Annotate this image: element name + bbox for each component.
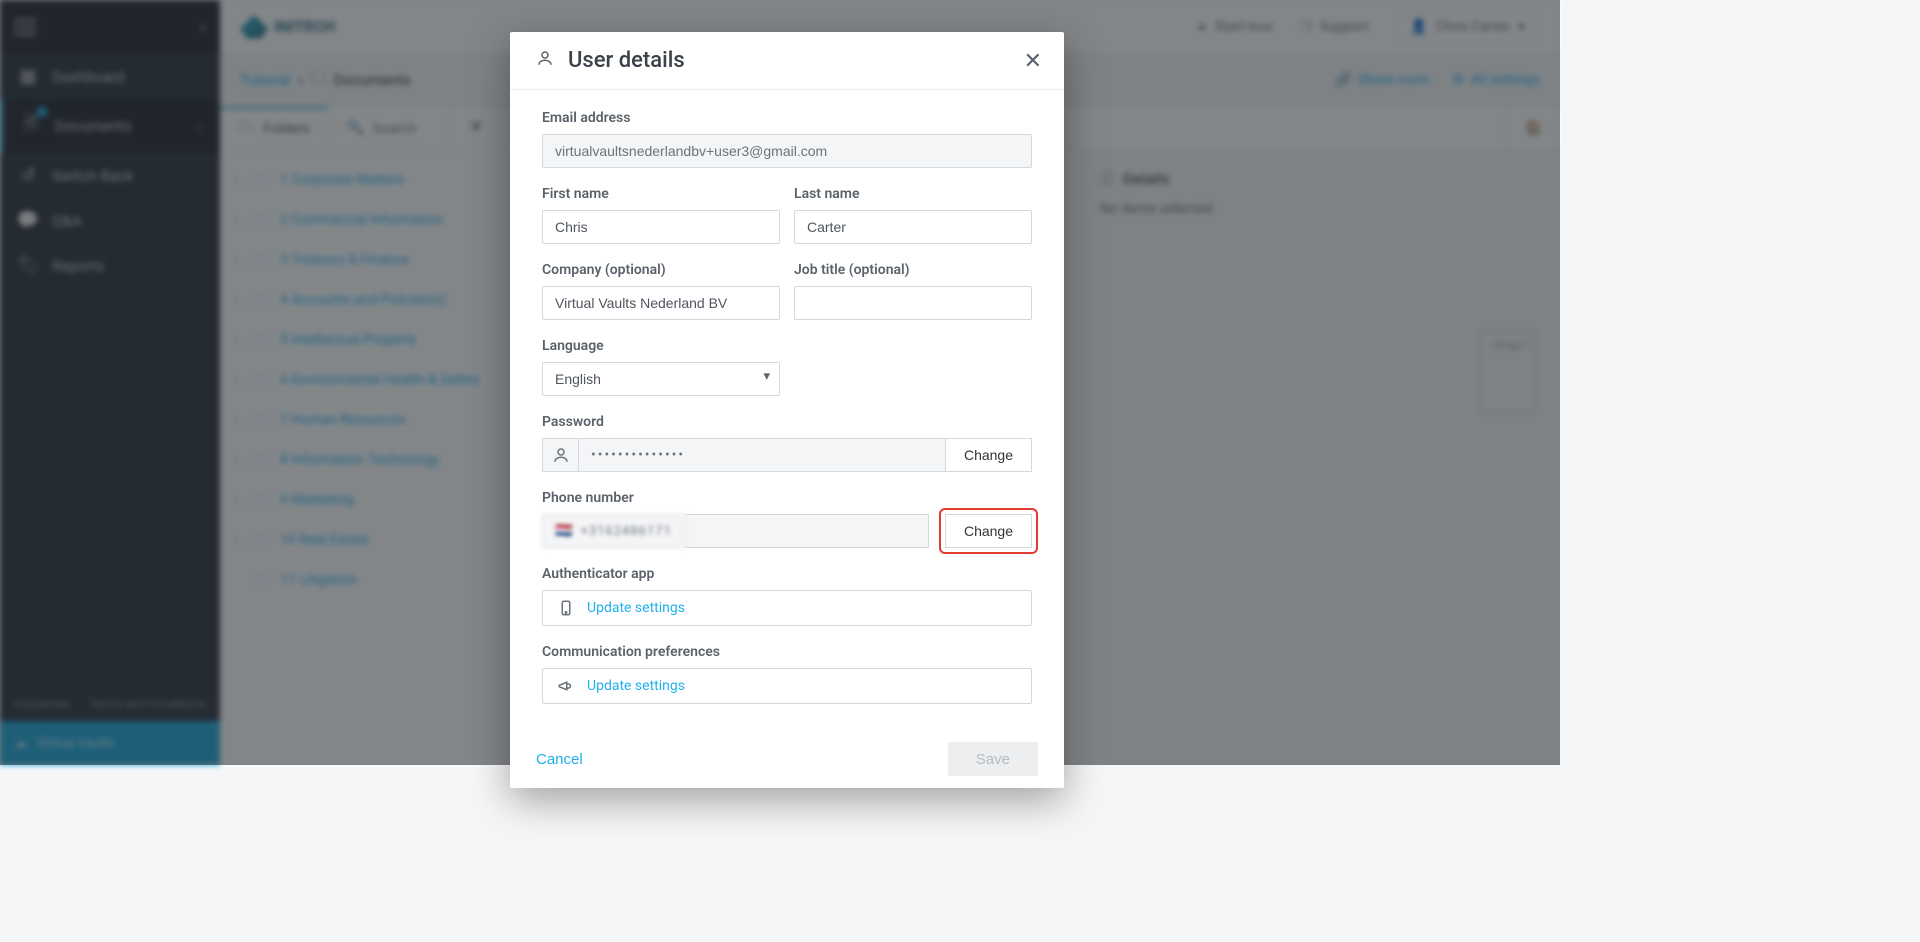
cancel-button[interactable]: Cancel <box>536 751 583 768</box>
phone-masked: +3162486171 <box>580 524 671 539</box>
first-name-input[interactable] <box>542 210 780 244</box>
user-icon <box>536 48 554 73</box>
modal-body: Email address First name Last name Compa… <box>510 90 1064 730</box>
communication-row: Update settings <box>542 668 1032 704</box>
modal-title-text: User details <box>568 48 685 73</box>
save-button[interactable]: Save <box>948 742 1038 776</box>
authenticator-label: Authenticator app <box>542 566 1032 582</box>
first-name-label: First name <box>542 186 780 202</box>
authenticator-row: Update settings <box>542 590 1032 626</box>
communication-label: Communication preferences <box>542 644 1032 660</box>
communication-group: Communication preferences Update setting… <box>542 644 1032 704</box>
company-label: Company (optional) <box>542 262 780 278</box>
phone-label: Phone number <box>542 490 1032 506</box>
password-masked: •••••••••••••• <box>578 438 946 472</box>
email-input <box>542 134 1032 168</box>
modal-close-button[interactable]: ✕ <box>1024 48 1042 74</box>
authenticator-group: Authenticator app Update settings <box>542 566 1032 626</box>
password-label: Password <box>542 414 1032 430</box>
highlight-phone-change: Change <box>939 508 1038 554</box>
name-row: First name Last name <box>542 186 1032 244</box>
password-group: Password •••••••••••••• Change <box>542 414 1032 472</box>
language-label: Language <box>542 338 1032 354</box>
company-row: Company (optional) Job title (optional) <box>542 262 1032 320</box>
password-change-button[interactable]: Change <box>946 438 1032 472</box>
authenticator-link[interactable]: Update settings <box>587 600 685 616</box>
email-label: Email address <box>542 110 1032 126</box>
user-details-modal: User details ✕ Email address First name … <box>510 32 1064 788</box>
email-group: Email address <box>542 110 1032 168</box>
modal-header: User details ✕ <box>510 32 1064 90</box>
modal-footer: Cancel Save <box>510 730 1064 788</box>
phone-icon <box>557 599 575 617</box>
communication-link[interactable]: Update settings <box>587 678 685 694</box>
close-icon: ✕ <box>1024 48 1042 73</box>
language-group: Language English <box>542 338 1032 396</box>
language-select[interactable]: English <box>542 362 780 396</box>
last-name-input[interactable] <box>794 210 1032 244</box>
phone-group: Phone number 🇳🇱 +3162486171 Change <box>542 490 1032 548</box>
job-title-input[interactable] <box>794 286 1032 320</box>
flag-icon: 🇳🇱 <box>555 523 572 539</box>
phone-display <box>685 514 929 548</box>
phone-change-button[interactable]: Change <box>945 514 1032 548</box>
job-title-label: Job title (optional) <box>794 262 1032 278</box>
megaphone-icon <box>557 677 575 695</box>
user-icon <box>542 438 578 472</box>
phone-flag-prefix: 🇳🇱 +3162486171 <box>542 514 685 548</box>
company-input[interactable] <box>542 286 780 320</box>
last-name-label: Last name <box>794 186 1032 202</box>
